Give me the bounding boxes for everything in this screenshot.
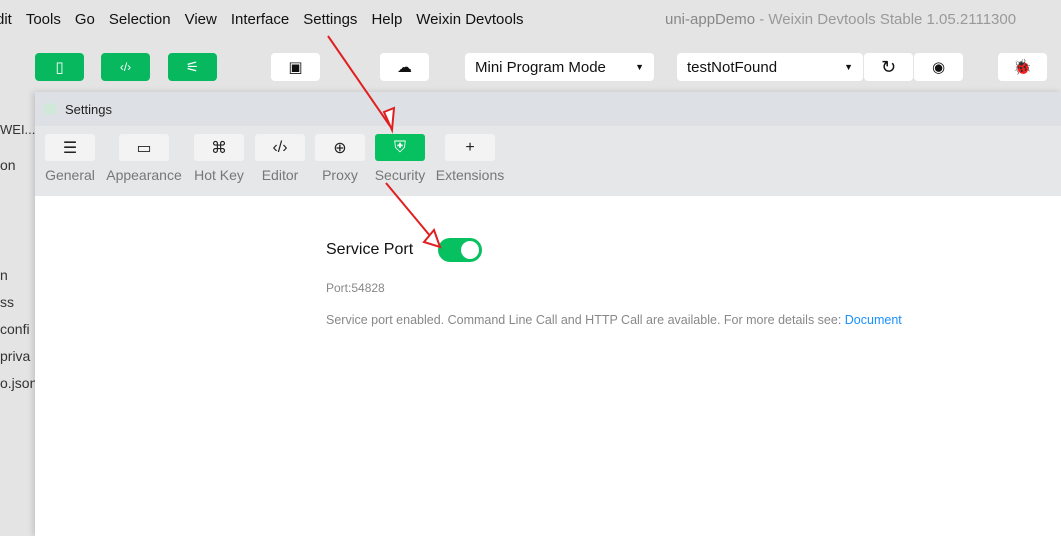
debugger-button[interactable]: ⚟ (168, 53, 217, 81)
simulator-button[interactable]: ▯ (35, 53, 84, 81)
tab-general[interactable]: ☰ General (45, 134, 95, 183)
shield-icon: ⛨ (375, 134, 425, 161)
file-item[interactable]: WEI... (0, 122, 35, 137)
app-logo-icon (43, 103, 57, 115)
document-link[interactable]: Document (845, 313, 902, 327)
layout-button[interactable]: ▣ (271, 53, 320, 81)
compile-value: testNotFound (687, 58, 778, 76)
security-panel: Service Port Port:54828 Service port ena… (326, 238, 902, 327)
preview-icon: ◉ (931, 59, 946, 76)
mode-select[interactable]: Mini Program Mode ▼ (465, 53, 654, 81)
service-port-description: Service port enabled. Command Line Call … (326, 313, 902, 327)
service-port-label: Service Port (326, 241, 414, 258)
file-item[interactable]: on (0, 157, 16, 173)
editor-icon: ‹/› (119, 60, 132, 74)
menu-settings[interactable]: Settings (303, 11, 357, 28)
cloud-button[interactable]: ☁ (380, 53, 429, 81)
menu-view[interactable]: View (185, 11, 217, 28)
refresh-button[interactable]: ↻ (864, 53, 913, 81)
app-title: Weixin Devtools Stable 1.05.2111300 (768, 11, 1017, 28)
file-item[interactable]: priva (0, 348, 30, 364)
settings-dialog: Settings ☰ General ▭ Appearance ⌘ Hot Key ‹… (35, 92, 1061, 536)
simulator-icon: ▯ (55, 59, 64, 76)
dialog-title: Settings (65, 101, 112, 117)
editor-button[interactable]: ‹/› (101, 53, 150, 81)
bug-icon: 🐞 (1013, 59, 1032, 76)
title-separator: - (759, 11, 765, 28)
file-item[interactable]: confi (0, 321, 30, 337)
tab-label: Extensions (435, 167, 505, 183)
debug-button[interactable]: 🐞 (998, 53, 1047, 81)
window-title: uni-appDemo - Weixin Devtools Stable 1.0… (665, 11, 1016, 28)
preview-button[interactable]: ◉ (914, 53, 963, 81)
caret-down-icon: ▼ (635, 62, 644, 72)
menu-interface[interactable]: Interface (231, 11, 289, 28)
tab-appearance[interactable]: ▭ Appearance (106, 134, 182, 183)
toggle-knob (461, 241, 480, 259)
globe-icon: ⊕ (315, 134, 365, 161)
port-number: Port:54828 (326, 281, 385, 295)
file-item[interactable]: n (0, 267, 8, 283)
plus-icon: + (445, 134, 495, 161)
refresh-icon: ↻ (880, 56, 897, 77)
command-icon: ⌘ (194, 134, 244, 161)
layout-icon: ▣ (288, 59, 303, 76)
menu-selection[interactable]: Selection (109, 11, 171, 28)
service-port-toggle[interactable] (438, 238, 483, 262)
project-name: uni-appDemo (665, 11, 756, 28)
dialog-titlebar: Settings (35, 92, 1061, 126)
menu-edit[interactable]: dit (0, 11, 12, 28)
code-icon: ‹/› (255, 134, 305, 161)
tab-security[interactable]: ⛨ Security (375, 134, 425, 183)
menu-go[interactable]: Go (75, 11, 95, 28)
file-item[interactable]: o.json (0, 375, 37, 391)
menu-weixin-devtools[interactable]: Weixin Devtools (416, 11, 523, 28)
tab-extensions[interactable]: + Extensions (436, 134, 504, 183)
appearance-icon: ▭ (119, 134, 169, 161)
file-item[interactable]: ss (0, 294, 14, 310)
debugger-icon: ⚟ (185, 59, 200, 76)
caret-down-icon: ▼ (844, 62, 853, 72)
general-icon: ☰ (45, 134, 95, 161)
menu-help[interactable]: Help (371, 11, 402, 28)
description-text: Service port enabled. Command Line Call … (326, 313, 842, 327)
settings-tabs: ☰ General ▭ Appearance ⌘ Hot Key ‹/› Editor … (35, 126, 1061, 196)
cloud-icon: ☁ (397, 59, 412, 76)
menu-tools[interactable]: Tools (26, 11, 61, 28)
compile-select[interactable]: testNotFound ▼ (677, 53, 863, 81)
mode-value: Mini Program Mode (475, 58, 606, 76)
